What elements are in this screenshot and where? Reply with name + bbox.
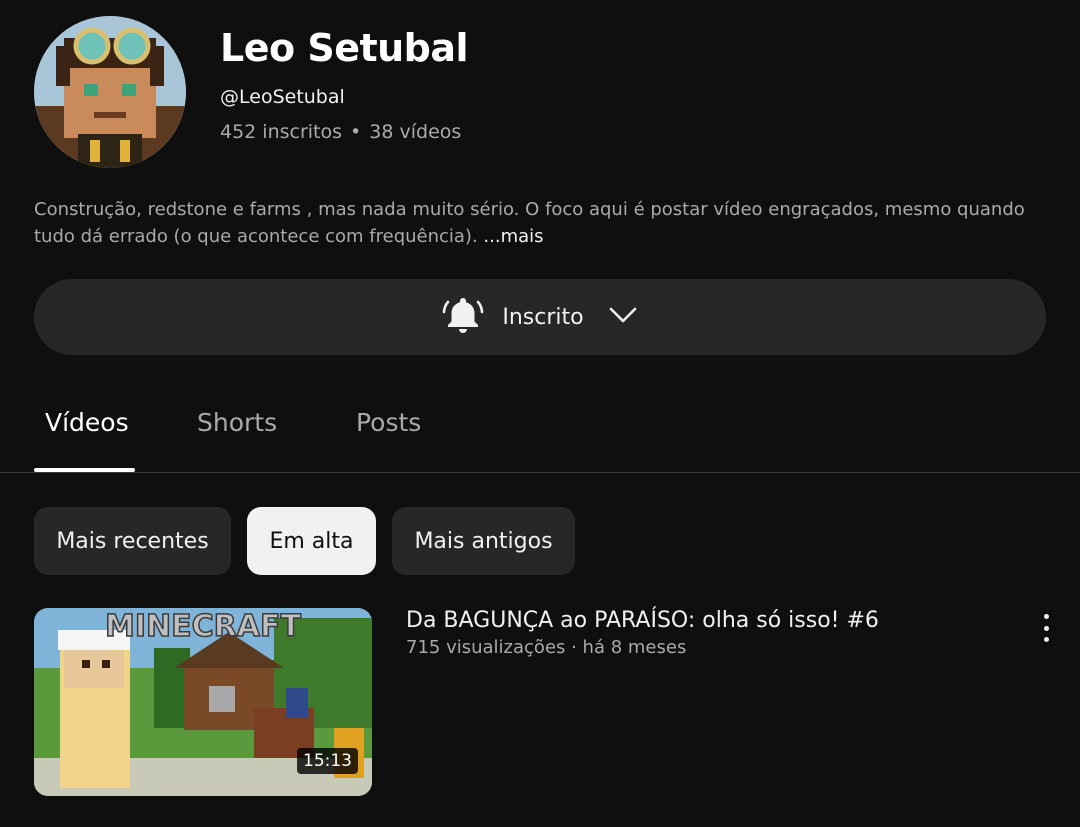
bell-icon: [442, 294, 484, 340]
avatar-image: [34, 16, 186, 168]
channel-stats: 452 inscritos • 38 vídeos: [220, 121, 461, 143]
tab-posts[interactable]: Posts: [356, 408, 421, 437]
video-meta: 715 visualizações · há 8 meses: [406, 637, 687, 658]
chip-oldest[interactable]: Mais antigos: [392, 507, 575, 575]
channel-name: Leo Setubal: [220, 26, 469, 70]
subscribed-label: Inscrito: [502, 304, 584, 330]
tab-shorts[interactable]: Shorts: [197, 408, 277, 437]
chevron-down-icon: [608, 305, 638, 329]
channel-handle: @LeoSetubal: [220, 86, 345, 108]
subscribed-button[interactable]: Inscrito: [34, 279, 1046, 355]
video-thumbnail[interactable]: MINECRAFT 15:13: [34, 608, 372, 796]
channel-description[interactable]: Construção, redstone e farms , mas nada …: [34, 196, 1054, 250]
active-tab-indicator: [34, 468, 135, 472]
video-title[interactable]: Da BAGUNÇA ao PARAÍSO: olha só isso! #6: [406, 608, 879, 633]
more-options-icon[interactable]: [1034, 612, 1058, 644]
channel-avatar[interactable]: [34, 16, 186, 168]
channel-tabs: Vídeos Shorts Posts: [0, 390, 1080, 473]
kebab-dot: [1043, 637, 1049, 642]
video-duration: 15:13: [297, 748, 358, 774]
thumbnail-title-text: MINECRAFT: [105, 609, 301, 644]
video-count: 38 vídeos: [369, 121, 462, 143]
kebab-dot: [1043, 614, 1049, 619]
chip-most-recent[interactable]: Mais recentes: [34, 507, 231, 575]
subscriber-count: 452 inscritos: [220, 121, 343, 143]
kebab-dot: [1043, 625, 1049, 631]
chip-popular[interactable]: Em alta: [247, 507, 376, 575]
tab-videos[interactable]: Vídeos: [45, 408, 129, 437]
more-link[interactable]: ...mais: [483, 226, 543, 247]
stats-separator: •: [350, 121, 362, 143]
